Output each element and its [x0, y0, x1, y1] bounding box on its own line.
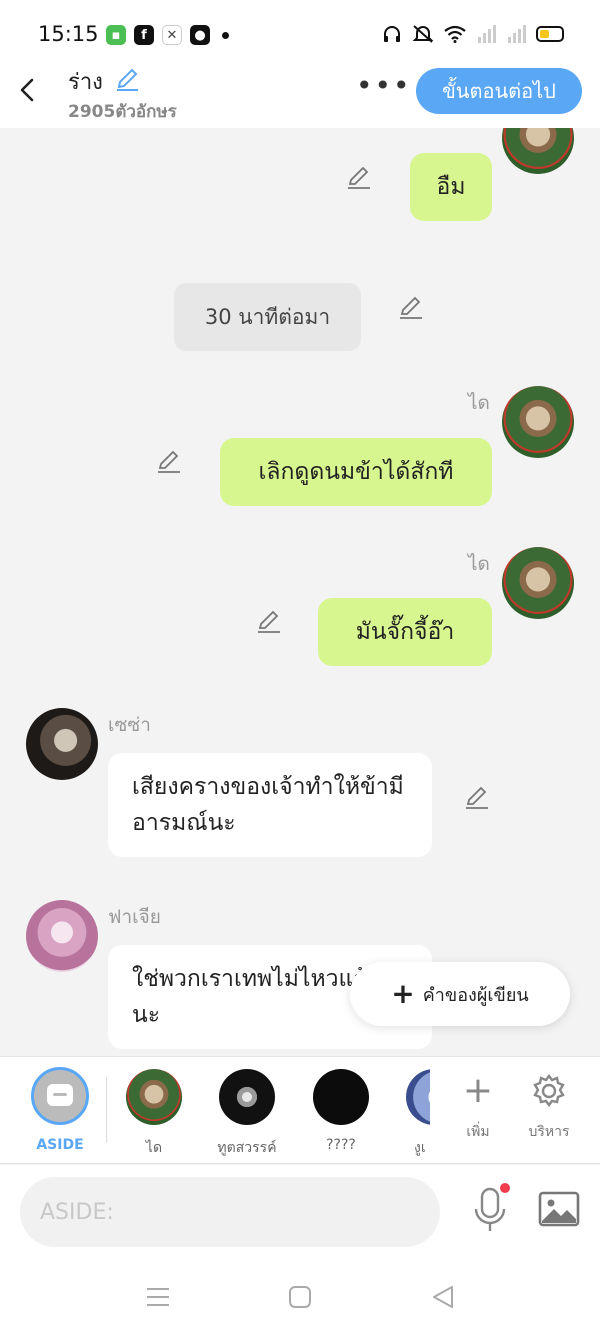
message-bubble[interactable]: อืม — [410, 153, 492, 221]
edit-message-icon[interactable] — [398, 294, 424, 320]
status-system-icons — [382, 24, 564, 44]
avatar-dai — [126, 1069, 182, 1125]
battery-icon — [536, 26, 564, 42]
speaker-name: เซซ่า — [108, 714, 151, 736]
edit-message-icon[interactable] — [346, 164, 372, 190]
facebook-icon: f — [134, 25, 154, 45]
avatar-dai[interactable] — [502, 128, 574, 174]
character-aside[interactable]: ASIDE — [15, 1067, 105, 1153]
tool-label: บริหาร — [528, 1124, 570, 1140]
menu-icon[interactable] — [145, 1284, 171, 1310]
message-bubble[interactable]: เลิกดูดนมข้าได้สักที — [220, 438, 492, 506]
speaker-name: ได — [468, 392, 490, 414]
avatar-dai[interactable] — [502, 386, 574, 458]
wifi-icon — [444, 25, 466, 43]
plus-icon: + — [462, 1070, 494, 1111]
speaker-name: ได — [468, 553, 490, 575]
line-icon: ▪ — [106, 25, 126, 45]
avatar-snake — [406, 1069, 430, 1125]
image-icon[interactable] — [538, 1191, 580, 1227]
speaker-name: ฟาเจีย — [108, 906, 161, 928]
character-label: ได — [145, 1140, 163, 1156]
avatar-unknown — [313, 1069, 369, 1125]
recording-badge — [500, 1183, 510, 1193]
status-time: 15:15 — [38, 22, 99, 46]
avatar-angel — [219, 1069, 275, 1125]
aside-avatar — [31, 1067, 89, 1125]
back-icon[interactable] — [430, 1284, 456, 1310]
headphones-icon — [384, 26, 400, 42]
character-label: ทูตสวรรค์ — [217, 1140, 277, 1156]
gear-icon — [533, 1074, 565, 1107]
signal-icon — [508, 25, 526, 43]
editor-header: ร่าง 2905ตัวอักษร ••• ขั้นตอนต่อไป — [0, 60, 600, 128]
character-label: ASIDE — [36, 1137, 84, 1153]
more-options-button[interactable]: ••• — [356, 72, 412, 100]
tool-label: เพิ่ม — [466, 1124, 490, 1140]
author-note-label: คำของผู้เขียน — [422, 984, 529, 1006]
avatar-fajia[interactable] — [26, 900, 98, 972]
home-icon[interactable] — [287, 1284, 313, 1310]
character-label: ???? — [326, 1137, 356, 1153]
plus-icon: + — [391, 977, 415, 1010]
status-app-icons: ▪ f ✕ ● — [106, 25, 229, 45]
notification-dot-icon — [222, 31, 229, 39]
next-step-button[interactable]: ขั้นตอนต่อไป — [416, 68, 582, 114]
character-selector: ASIDE ได ทูตสวรรค์ ???? งูเ + เพิ่ม บริห… — [0, 1056, 600, 1164]
character-label: งูเ — [414, 1140, 426, 1156]
chat-bubble-icon — [47, 1084, 73, 1106]
draft-title: ร่าง — [68, 70, 103, 95]
char-count: 2905ตัวอักษร — [68, 102, 177, 122]
avatar-sesa[interactable] — [26, 708, 98, 780]
signal-icon — [478, 25, 496, 43]
game-icon: ✕ — [162, 25, 182, 45]
edit-message-icon[interactable] — [156, 448, 182, 474]
character-unknown[interactable]: ???? — [296, 1069, 386, 1153]
add-character-button[interactable]: + เพิ่ม — [443, 1071, 513, 1143]
narration-bubble[interactable]: 30 นาทีต่อมา — [174, 283, 361, 351]
system-nav-bar — [0, 1260, 600, 1333]
divider — [106, 1077, 107, 1143]
input-bar — [0, 1165, 600, 1260]
mute-icon — [412, 25, 434, 43]
bear-icon: ● — [190, 25, 210, 45]
avatar-dai[interactable] — [502, 547, 574, 619]
back-arrow-icon[interactable] — [16, 76, 38, 104]
chat-area[interactable]: อืม 30 นาทีต่อมา ได เลิกดูดนมข้าได้สักที… — [0, 128, 600, 1056]
edit-title-icon[interactable] — [114, 66, 140, 92]
edit-message-icon[interactable] — [256, 608, 282, 634]
message-bubble[interactable]: เสียงครางของเจ้าทำให้ข้ามีอารมณ์นะ — [108, 753, 432, 857]
message-input[interactable] — [20, 1177, 440, 1247]
character-snake[interactable]: งูเ — [390, 1069, 430, 1159]
manage-characters-button[interactable]: บริหาร — [514, 1071, 584, 1143]
author-note-button[interactable]: + คำของผู้เขียน — [350, 962, 570, 1026]
message-bubble[interactable]: มันจั๊กจี้อ๊า — [318, 598, 492, 666]
status-bar: 15:15 ▪ f ✕ ● — [0, 0, 600, 60]
character-angel[interactable]: ทูตสวรรค์ — [202, 1069, 292, 1159]
edit-message-icon[interactable] — [464, 784, 490, 810]
character-dai[interactable]: ได — [109, 1069, 199, 1159]
